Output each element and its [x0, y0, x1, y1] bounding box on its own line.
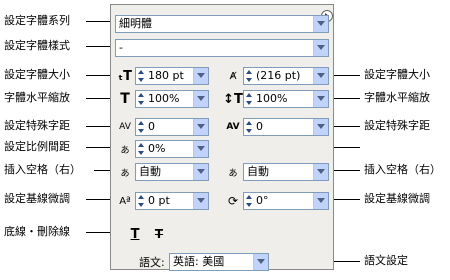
label-aki-right: 插入空格（右） — [364, 163, 441, 176]
spinner-icon[interactable] — [138, 120, 146, 134]
language-label: 語文: — [139, 256, 165, 269]
font-family-value: 細明體 — [119, 17, 152, 30]
label-leading: 設定字體大小 — [364, 68, 430, 81]
character-rotation-value: 0° — [256, 194, 269, 207]
aki-left-value: 自動 — [139, 165, 161, 178]
label-horizontal-scale: 字體水平縮放 — [4, 91, 70, 104]
spinner-icon[interactable] — [138, 92, 146, 106]
kerning-value: 0 — [148, 120, 155, 133]
chevron-down-icon[interactable] — [313, 193, 328, 209]
chevron-down-icon[interactable] — [193, 68, 208, 84]
spinner-icon[interactable] — [246, 194, 254, 208]
font-style-select[interactable]: - — [115, 39, 329, 57]
font-family-select[interactable]: 細明體 — [115, 15, 329, 33]
chevron-down-icon[interactable] — [193, 164, 208, 180]
chevron-down-icon[interactable] — [313, 164, 328, 180]
vertical-scale-icon: ↕T — [223, 91, 243, 107]
font-style-value: - — [119, 41, 123, 54]
tracking-value: 0 — [256, 120, 263, 133]
baseline-shift-icon: Aª — [119, 195, 131, 207]
label-kerning: 設定特殊字距 — [4, 119, 70, 132]
spinner-icon[interactable] — [138, 69, 146, 83]
tsume-icon: あ — [120, 145, 130, 156]
chevron-down-icon[interactable] — [253, 254, 268, 270]
character-panel: 細明體 - ₜT 180 pt Ⱥ (216 pt) T 100% ↕T 100… — [110, 4, 334, 271]
tracking-field[interactable]: 0 — [243, 118, 329, 136]
label-aki-left: 插入空格（右） — [4, 163, 81, 176]
font-size-field[interactable]: 180 pt — [135, 67, 209, 85]
aki-right-select[interactable]: 自動 — [243, 163, 329, 181]
chevron-down-icon[interactable] — [193, 141, 208, 157]
kerning-field[interactable]: 0 — [135, 118, 209, 136]
leading-field[interactable]: (216 pt) — [243, 67, 329, 85]
aki-left-icon: あ — [120, 168, 130, 179]
underline-icon[interactable]: T — [125, 225, 145, 243]
chevron-down-icon[interactable] — [313, 91, 328, 107]
label-character-rotation: 設定基線微調 — [364, 192, 430, 205]
horizontal-scale-value: 100% — [148, 92, 180, 105]
language-value: 英語: 美國 — [173, 255, 225, 268]
label-vertical-scale: 字體水平縮放 — [364, 91, 430, 104]
chevron-down-icon[interactable] — [313, 68, 328, 84]
chevron-down-icon[interactable] — [313, 16, 328, 32]
leading-icon: Ⱥ — [229, 70, 237, 82]
aki-left-select[interactable]: 自動 — [135, 163, 209, 181]
spinner-icon[interactable] — [138, 142, 146, 156]
chevron-down-icon[interactable] — [313, 119, 328, 135]
font-size-value: 180 pt — [148, 69, 184, 82]
label-baseline-shift: 設定基線微調 — [4, 192, 70, 205]
horizontal-scale-field[interactable]: 100% — [135, 90, 209, 108]
leading-value: (216 pt) — [256, 69, 301, 82]
chevron-down-icon[interactable] — [193, 91, 208, 107]
proportional-spacing-value: 0% — [148, 142, 166, 155]
baseline-shift-field[interactable]: 0 pt — [135, 192, 209, 210]
vertical-scale-field[interactable]: 100% — [243, 90, 329, 108]
label-font-style: 設定字體樣式 — [4, 39, 70, 52]
label-language: 語文設定 — [364, 254, 408, 267]
horizontal-scale-icon: T — [120, 91, 130, 107]
label-underline-strikethrough: 底線・刪除線 — [4, 225, 70, 238]
spinner-icon[interactable] — [246, 92, 254, 106]
kerning-icon: AV — [119, 122, 131, 132]
character-rotation-field[interactable]: 0° — [243, 192, 329, 210]
label-tracking: 設定特殊字距 — [364, 119, 430, 132]
label-font-size: 設定字體大小 — [4, 68, 70, 81]
vertical-scale-value: 100% — [256, 92, 288, 105]
baseline-shift-value: 0 pt — [148, 194, 170, 207]
tracking-icon: AV — [226, 122, 240, 132]
spinner-icon[interactable] — [246, 69, 254, 83]
aki-right-icon: あ — [228, 168, 238, 179]
chevron-down-icon[interactable] — [193, 193, 208, 209]
font-size-icon: ₜT — [118, 68, 132, 84]
label-proportional-spacing: 設定比例間距 — [4, 140, 70, 153]
spinner-icon[interactable] — [138, 194, 146, 208]
spinner-icon[interactable] — [246, 120, 254, 134]
aki-right-value: 自動 — [247, 165, 269, 178]
chevron-down-icon[interactable] — [193, 119, 208, 135]
language-select[interactable]: 英語: 美國 — [169, 253, 269, 271]
character-rotation-icon: ⟳ — [227, 194, 239, 208]
proportional-spacing-field[interactable]: 0% — [135, 140, 209, 158]
chevron-down-icon[interactable] — [313, 40, 328, 56]
label-font-family: 設定字體系列 — [4, 14, 70, 27]
strikethrough-icon[interactable]: T — [149, 225, 169, 243]
